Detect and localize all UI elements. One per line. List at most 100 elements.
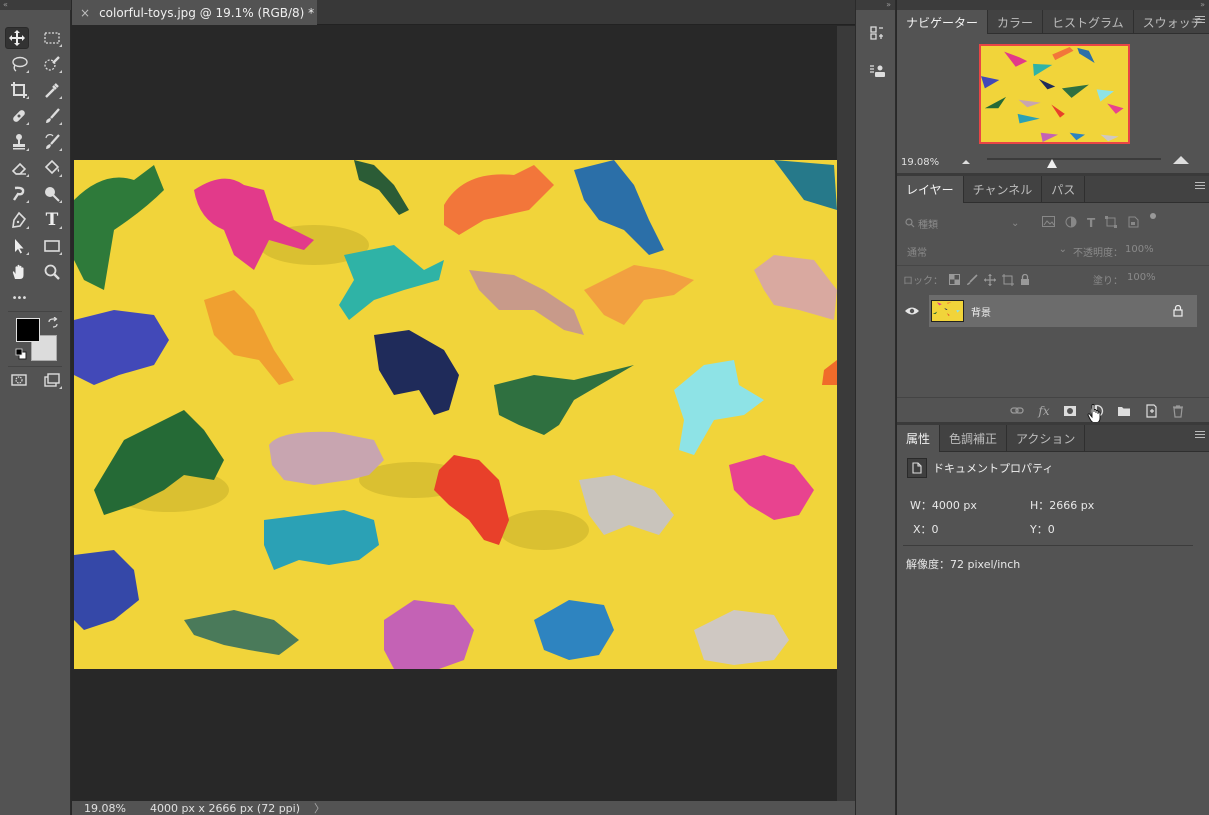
tab-layers[interactable]: レイヤー xyxy=(897,176,964,203)
opacity-control[interactable]: 不透明度： 100% xyxy=(1073,244,1154,259)
hand-icon xyxy=(12,264,24,279)
canvas-vertical-scrollbar[interactable] xyxy=(837,26,855,801)
panels-collapse-icon[interactable]: » xyxy=(897,0,1209,10)
move-tool[interactable] xyxy=(5,27,29,49)
tab-adjustments[interactable]: 色調補正 xyxy=(940,425,1008,452)
fx-icon[interactable]: fx xyxy=(1037,404,1051,418)
lock-icon xyxy=(1173,305,1183,317)
tab-color[interactable]: カラー xyxy=(988,10,1044,34)
navigator-thumbnail xyxy=(981,46,1128,142)
history-brush-tool[interactable] xyxy=(40,131,64,153)
tab-properties[interactable]: 属性 xyxy=(897,425,941,452)
layer-mask-icon[interactable] xyxy=(1063,404,1077,418)
document-tab[interactable]: × colorful-toys.jpg @ 19.1% (RGB/8) * xyxy=(72,0,317,25)
tab-channels[interactable]: チャンネル xyxy=(964,176,1043,203)
lasso-tool[interactable] xyxy=(7,53,31,75)
type-filter-icon[interactable]: T xyxy=(1087,216,1095,230)
eye-icon[interactable] xyxy=(904,305,920,317)
zoom-in-icon[interactable] xyxy=(1172,154,1190,165)
stamp-tool[interactable] xyxy=(7,131,31,153)
shape-filter-icon[interactable] xyxy=(1105,216,1118,228)
healing-tool[interactable] xyxy=(7,105,31,127)
dodge-tool[interactable] xyxy=(40,183,64,205)
marquee-tool[interactable] xyxy=(40,27,64,49)
type-tool[interactable]: T xyxy=(40,209,64,231)
layer-filter-dropdown[interactable]: 種類 ⌄ xyxy=(905,215,1025,231)
status-more-arrow-icon[interactable]: 〉 xyxy=(314,800,325,815)
navigator-zoom-slider[interactable] xyxy=(987,158,1161,160)
lock-artboard-icon[interactable] xyxy=(1002,273,1014,286)
opacity-label: 不透明度： xyxy=(1073,248,1123,259)
trash-icon[interactable] xyxy=(1171,404,1185,418)
navigator-preview[interactable] xyxy=(979,44,1130,144)
hand-tool[interactable] xyxy=(7,261,31,283)
canvas-area[interactable] xyxy=(72,26,837,801)
more-tools-button[interactable]: ••• xyxy=(7,287,31,309)
lock-all-icon[interactable] xyxy=(1020,273,1030,286)
zoom-out-icon[interactable] xyxy=(961,157,971,165)
zoom-tool[interactable] xyxy=(40,261,64,283)
blend-mode-dropdown[interactable]: 通常 ⌄ xyxy=(907,244,1067,259)
fill-value[interactable]: 100% xyxy=(1127,272,1156,287)
fill-control[interactable]: 塗り： 100% xyxy=(1093,272,1156,287)
bucket-tool[interactable] xyxy=(40,157,64,179)
brush-tool[interactable] xyxy=(40,105,64,127)
smudge-tool[interactable] xyxy=(7,183,31,205)
filter-toggle-icon[interactable] xyxy=(1149,212,1157,220)
panel-menu-icon[interactable] xyxy=(1195,431,1205,441)
new-layer-icon[interactable] xyxy=(1144,404,1158,418)
swap-colors-icon[interactable] xyxy=(47,317,59,329)
layer-row-background[interactable]: 背景 xyxy=(929,295,1197,327)
tab-paths[interactable]: パス xyxy=(1042,176,1086,203)
magnifier-icon xyxy=(44,264,60,280)
tools-panel: « T ••• xyxy=(0,0,71,815)
tab-actions[interactable]: アクション xyxy=(1007,425,1086,452)
eraser-tool[interactable] xyxy=(7,157,31,179)
eyedropper-tool[interactable] xyxy=(40,79,64,101)
toolbar-divider xyxy=(8,366,62,367)
zoom-slider-handle[interactable] xyxy=(1047,159,1057,168)
lock-position-icon[interactable] xyxy=(984,273,996,286)
close-icon[interactable]: × xyxy=(80,6,90,20)
properties-title: ドキュメントプロパティ xyxy=(933,462,1054,475)
status-doc-info: 4000 px x 2666 px (72 ppi) xyxy=(149,801,301,815)
shape-tool[interactable] xyxy=(40,235,64,257)
foreground-color-swatch[interactable] xyxy=(16,318,40,342)
width-value[interactable]: W：4000 px xyxy=(910,497,977,513)
document-tab-title: colorful-toys.jpg @ 19.1% (RGB/8) * xyxy=(99,5,315,20)
lock-pixels-icon[interactable] xyxy=(966,273,978,286)
height-value[interactable]: H：2666 px xyxy=(1030,497,1094,513)
adjustment-filter-icon[interactable] xyxy=(1065,216,1077,228)
tab-histogram[interactable]: ヒストグラム xyxy=(1043,10,1134,34)
lock-transparent-icon[interactable] xyxy=(949,274,960,285)
panel-menu-icon[interactable] xyxy=(1195,182,1205,192)
path-select-tool[interactable] xyxy=(7,235,31,257)
crop-tool[interactable] xyxy=(7,79,31,101)
pen-tool[interactable] xyxy=(7,209,31,231)
opacity-value[interactable]: 100% xyxy=(1125,244,1154,259)
navigator-tabs: ナビゲーター カラー ヒストグラム スウォッチ xyxy=(897,10,1209,34)
smart-object-filter-icon[interactable] xyxy=(1127,216,1139,228)
panel-menu-icon[interactable] xyxy=(1195,16,1205,26)
link-layers-icon[interactable] xyxy=(1010,404,1024,418)
quick-select-tool[interactable] xyxy=(40,53,64,75)
quick-mask-button[interactable] xyxy=(7,369,31,391)
document-icon xyxy=(907,458,927,478)
properties-tabs: 属性 色調補正 アクション xyxy=(897,425,1209,452)
y-value[interactable]: Y：0 xyxy=(1030,521,1055,537)
history-panel-button[interactable] xyxy=(866,22,888,44)
panel-divider xyxy=(897,265,1209,266)
default-colors-icon[interactable] xyxy=(15,348,27,360)
layer-name[interactable]: 背景 xyxy=(971,304,991,319)
toolbar-collapse-icon[interactable]: « xyxy=(0,0,71,10)
x-value[interactable]: X：0 xyxy=(913,521,939,537)
folder-icon[interactable] xyxy=(1117,404,1131,418)
tab-navigator[interactable]: ナビゲーター xyxy=(897,10,989,34)
dock-collapse-icon[interactable]: » xyxy=(856,0,895,10)
status-zoom[interactable]: 19.08% xyxy=(84,802,126,815)
navigator-zoom-value[interactable]: 19.08% xyxy=(901,157,939,168)
pixel-layer-filter-icon[interactable] xyxy=(1042,216,1055,227)
lock-label: ロック： xyxy=(903,276,943,287)
layer-comps-panel-button[interactable] xyxy=(866,60,888,82)
screen-mode-button[interactable] xyxy=(40,369,64,391)
